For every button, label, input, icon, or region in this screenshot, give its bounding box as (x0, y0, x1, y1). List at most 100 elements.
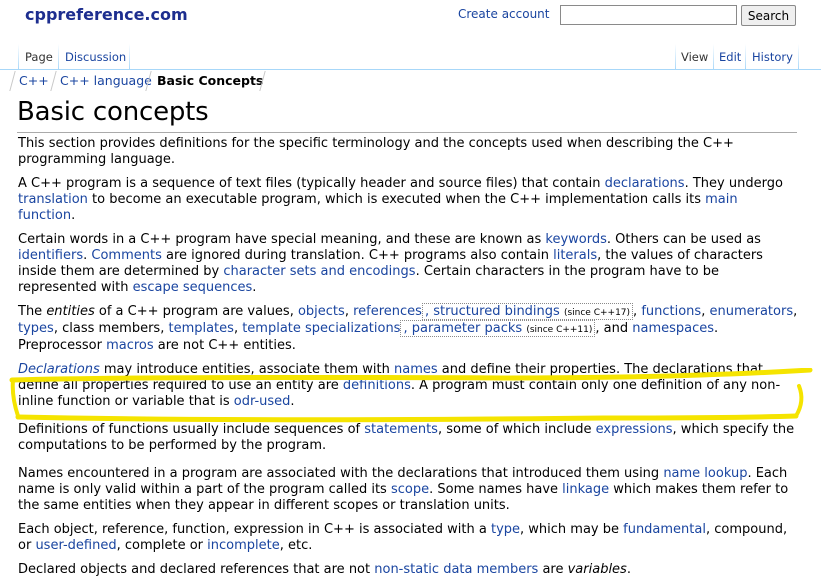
link-scope[interactable]: scope (391, 482, 429, 497)
paragraph-variables: Declared objects and declared references… (18, 562, 798, 578)
text: Declared objects and declared references… (18, 562, 375, 577)
text: are (538, 562, 568, 577)
emphasis-entities: entities (46, 304, 95, 319)
text: , complete or (116, 538, 208, 553)
link-functions[interactable]: functions (641, 304, 701, 319)
text: . (626, 562, 631, 577)
paragraph-names: Names encountered in a program are assoc… (18, 466, 798, 514)
link-enumerators[interactable]: enumerators (709, 304, 793, 319)
link-template-specializations[interactable]: template specializations (242, 321, 400, 336)
text: . They undergo (684, 176, 783, 191)
text: , which may be (520, 522, 624, 537)
tab-separator (129, 44, 130, 70)
tab-separator (18, 44, 19, 70)
text: , (344, 304, 354, 319)
link-namespaces[interactable]: namespaces (632, 321, 714, 336)
paragraph-entities: The entities of a C++ program are values… (18, 303, 798, 354)
link-types[interactable]: types (18, 321, 54, 336)
link-names[interactable]: names (394, 362, 438, 377)
link-definitions[interactable]: definitions (343, 378, 411, 393)
text: are not C++ entities. (153, 338, 296, 353)
link-declarations-em[interactable]: Declarations (18, 362, 100, 377)
link-comments[interactable]: Comments (91, 248, 161, 263)
link-macros[interactable]: macros (106, 338, 154, 353)
search-input[interactable] (560, 5, 737, 25)
site-logo[interactable]: cppreference.com (25, 5, 188, 24)
text: may introduce entities, associate them w… (99, 362, 395, 377)
link-objects[interactable]: objects (298, 304, 345, 319)
search-button[interactable]: Search (741, 5, 796, 26)
text: , and (595, 321, 633, 336)
link-references[interactable]: references (353, 304, 422, 319)
article-content: This section provides definitions for th… (18, 136, 808, 586)
paragraph-declarations: Declarations may introduce entities, ass… (18, 362, 798, 410)
link-structured-bindings[interactable]: , structured bindings (425, 304, 560, 319)
link-translation[interactable]: translation (18, 192, 88, 207)
title-divider (17, 132, 797, 133)
link-non-static-data-members[interactable]: non-static data members (374, 562, 538, 577)
since-badge: (since C++11) (526, 325, 593, 335)
text: , (233, 321, 243, 336)
text: , some of which include (437, 422, 596, 437)
tab-discussion[interactable]: Discussion (65, 50, 126, 68)
text: , etc. (279, 538, 313, 553)
link-expressions[interactable]: expressions (596, 422, 673, 437)
text: Certain words in a C++ program have spec… (18, 232, 546, 247)
text: , (793, 304, 798, 319)
text: , class members, (53, 321, 169, 336)
link-statements[interactable]: statements (364, 422, 438, 437)
text: This section provides definitions for th… (18, 136, 734, 167)
link-escape-sequences[interactable]: escape sequences (133, 280, 253, 295)
text: A C++ program is a sequence of text file… (18, 176, 605, 191)
tab-bar: Page Discussion View Edit History (0, 44, 821, 70)
link-linkage[interactable]: linkage (562, 482, 609, 497)
create-account-link[interactable]: Create account (458, 7, 550, 21)
link-odr-used[interactable]: odr-used (234, 394, 291, 409)
since-cpp11-box: , parameter packs (since C++11) (400, 320, 596, 337)
text: are ignored during translation. C++ prog… (161, 248, 554, 263)
emphasis-declarations: Declarations (18, 362, 100, 377)
page-title: Basic concepts (17, 97, 209, 127)
link-identifiers[interactable]: identifiers (18, 248, 83, 263)
link-keywords[interactable]: keywords (545, 232, 606, 247)
link-parameter-packs[interactable]: , parameter packs (403, 321, 522, 336)
link-name-lookup[interactable]: name lookup (663, 466, 747, 481)
link-literals[interactable]: literals (553, 248, 597, 263)
text: Definitions of functions usually include… (18, 422, 365, 437)
link-incomplete[interactable]: incomplete (207, 538, 280, 553)
tab-separator (798, 44, 799, 70)
tab-separator (58, 44, 59, 70)
since-cpp17-box: , structured bindings (since C++17) (421, 303, 634, 320)
top-bar: cppreference.com Create account Search (0, 0, 821, 38)
link-user-defined[interactable]: user-defined (35, 538, 116, 553)
tab-page[interactable]: Page (25, 50, 53, 68)
paragraph-functions: Definitions of functions usually include… (18, 422, 798, 454)
link-templates[interactable]: templates (168, 321, 233, 336)
link-character-sets[interactable]: character sets and encodings (223, 264, 415, 279)
tab-view[interactable]: View (681, 50, 708, 68)
tab-history[interactable]: History (752, 50, 793, 68)
tab-separator (675, 44, 676, 70)
tab-separator (745, 44, 746, 70)
link-type[interactable]: type (491, 522, 520, 537)
tab-separator (713, 44, 714, 70)
breadcrumb-cpp[interactable]: C++ (19, 73, 49, 88)
paragraph-intro: This section provides definitions for th… (18, 136, 798, 168)
breadcrumb-separator (50, 71, 57, 91)
breadcrumb-current: Basic Concepts (157, 73, 264, 88)
breadcrumb-cpp-language[interactable]: C++ language (60, 73, 152, 88)
text: . (290, 394, 295, 409)
paragraph-types: Each object, reference, function, expres… (18, 522, 798, 554)
text: of a C++ program are values, (94, 304, 298, 319)
text: . (71, 208, 76, 223)
paragraph-keywords: Certain words in a C++ program have spec… (18, 232, 798, 296)
tab-edit[interactable]: Edit (719, 50, 741, 68)
breadcrumb-separator (9, 71, 16, 91)
paragraph-program: A C++ program is a sequence of text file… (18, 176, 798, 224)
since-badge: (since C++17) (563, 308, 631, 318)
link-declarations[interactable]: declarations (605, 176, 685, 191)
link-fundamental[interactable]: fundamental (623, 522, 706, 537)
emphasis-variables: variables (567, 562, 627, 577)
text: . Others can be used as (606, 232, 761, 247)
text: . (252, 280, 257, 295)
